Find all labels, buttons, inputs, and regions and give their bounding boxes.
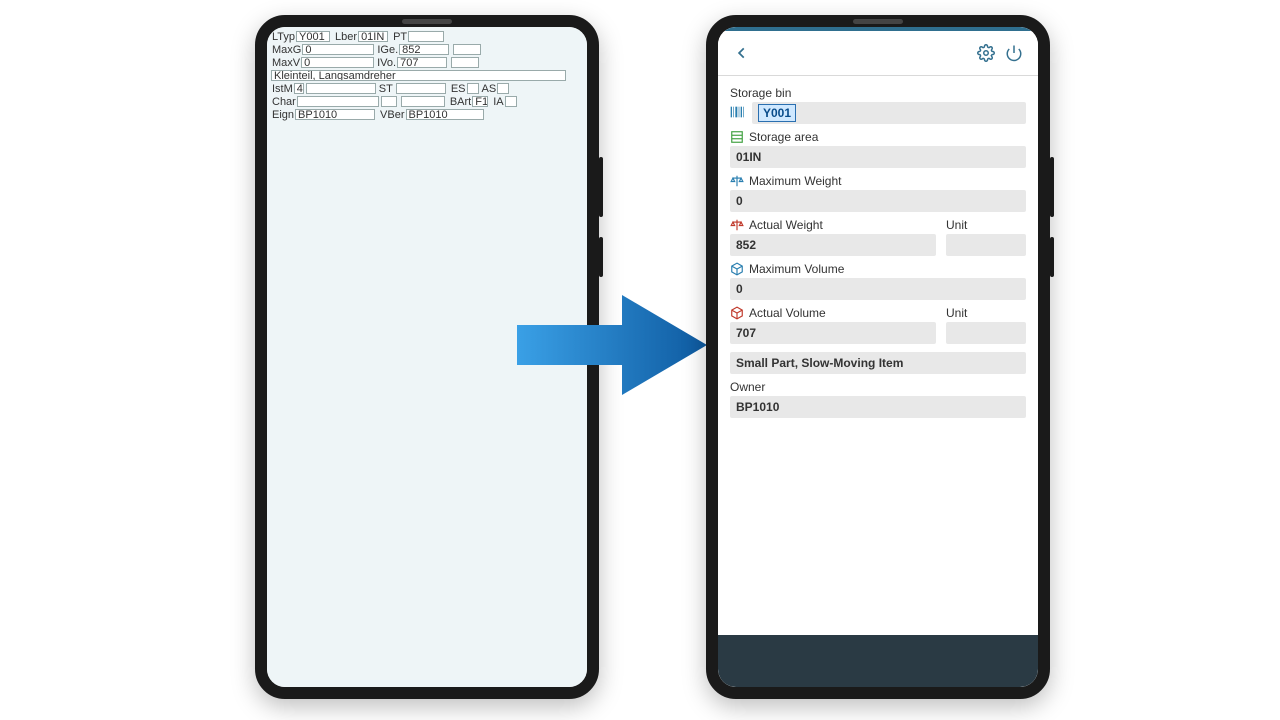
scale-icon <box>730 174 744 188</box>
legacy-field[interactable]: Kleinteil, Langsamdreher <box>271 70 566 81</box>
legacy-label: LTyp <box>271 31 296 44</box>
max-weight-input[interactable]: 0 <box>730 190 1026 212</box>
legacy-field[interactable]: F1 <box>472 96 488 107</box>
storage-bin-value: Y001 <box>758 104 796 122</box>
unit-label: Unit <box>946 218 967 232</box>
legacy-field[interactable] <box>306 83 376 94</box>
legacy-field[interactable] <box>453 44 481 55</box>
legacy-label: Lber <box>334 31 358 44</box>
arrow-icon <box>512 285 712 405</box>
legacy-field[interactable] <box>408 31 444 42</box>
legacy-field[interactable] <box>396 83 446 94</box>
phone-button <box>1050 237 1054 277</box>
legacy-field[interactable]: BP1010 <box>406 109 484 120</box>
cube-red-icon <box>730 306 744 320</box>
actual-volume-unit-input[interactable] <box>946 322 1026 344</box>
actual-volume-input[interactable]: 707 <box>730 322 936 344</box>
legacy-field[interactable] <box>497 83 509 94</box>
description-value: Small Part, Slow-Moving Item <box>736 356 903 370</box>
legacy-label: Char <box>271 96 297 109</box>
legacy-field[interactable]: 0 <box>302 44 374 55</box>
storage-area-input[interactable]: 01IN <box>730 146 1026 168</box>
storage-area-value: 01IN <box>736 150 761 164</box>
phone-speaker <box>402 19 452 24</box>
legacy-field[interactable] <box>297 96 379 107</box>
legacy-label: IGe. <box>376 44 399 57</box>
legacy-label: PT <box>392 31 408 44</box>
legacy-label: BArt <box>449 96 472 109</box>
settings-button[interactable] <box>972 39 1000 67</box>
legacy-field[interactable]: Y001 <box>296 31 330 42</box>
legacy-field[interactable] <box>505 96 517 107</box>
legacy-label: IstM <box>271 83 294 96</box>
owner-label: Owner <box>730 380 765 394</box>
max-weight-label: Maximum Weight <box>749 174 841 188</box>
unit-label-2: Unit <box>946 306 967 320</box>
legacy-label: Eign <box>271 109 295 122</box>
cube-icon <box>730 262 744 276</box>
legacy-label: ST <box>378 83 394 96</box>
legacy-label: AS <box>481 83 498 96</box>
storage-bin-label: Storage bin <box>730 86 791 100</box>
owner-input[interactable]: BP1010 <box>730 396 1026 418</box>
storage-area-icon <box>730 130 744 144</box>
bottom-bar <box>718 635 1038 687</box>
description-input[interactable]: Small Part, Slow-Moving Item <box>730 352 1026 374</box>
phone-speaker <box>853 19 903 24</box>
app-header <box>718 31 1038 76</box>
max-weight-value: 0 <box>736 194 743 208</box>
legacy-field[interactable]: 4 <box>294 83 304 94</box>
form-content: Storage bin Y001 <box>718 76 1038 635</box>
max-volume-label: Maximum Volume <box>749 262 844 276</box>
modern-phone: Storage bin Y001 <box>706 15 1050 699</box>
actual-volume-label: Actual Volume <box>749 306 826 320</box>
legacy-field[interactable]: BP1010 <box>295 109 375 120</box>
owner-value: BP1010 <box>736 400 779 414</box>
actual-weight-value: 852 <box>736 238 756 252</box>
legacy-form: LTyp Y001 Lber 01IN PT MaxG 0 IGe. 852 <box>267 27 587 126</box>
legacy-field[interactable]: 707 <box>397 57 447 68</box>
actual-weight-unit-input[interactable] <box>946 234 1026 256</box>
legacy-field[interactable] <box>451 57 479 68</box>
max-volume-value: 0 <box>736 282 743 296</box>
legacy-label: MaxV <box>271 57 301 70</box>
legacy-label: IVo. <box>376 57 397 70</box>
legacy-field[interactable] <box>381 96 397 107</box>
legacy-field[interactable] <box>401 96 445 107</box>
legacy-label: IA <box>492 96 504 109</box>
phone-button <box>599 157 603 217</box>
legacy-field[interactable] <box>467 83 479 94</box>
phone-button <box>1050 157 1054 217</box>
legacy-field[interactable]: 01IN <box>358 31 388 42</box>
actual-weight-label: Actual Weight <box>749 218 823 232</box>
actual-volume-value: 707 <box>736 326 756 340</box>
phone-button <box>599 237 603 277</box>
back-button[interactable] <box>728 39 756 67</box>
barcode-icon <box>730 105 746 122</box>
scale-red-icon <box>730 218 744 232</box>
max-volume-input[interactable]: 0 <box>730 278 1026 300</box>
legacy-label: ES <box>450 83 467 96</box>
actual-weight-input[interactable]: 852 <box>730 234 936 256</box>
storage-bin-input[interactable]: Y001 <box>752 102 1026 124</box>
legacy-field[interactable]: 852 <box>399 44 449 55</box>
legacy-label: MaxG <box>271 44 302 57</box>
power-button[interactable] <box>1000 39 1028 67</box>
storage-area-label: Storage area <box>749 130 818 144</box>
legacy-field[interactable]: 0 <box>301 57 374 68</box>
legacy-label: VBer <box>379 109 405 122</box>
